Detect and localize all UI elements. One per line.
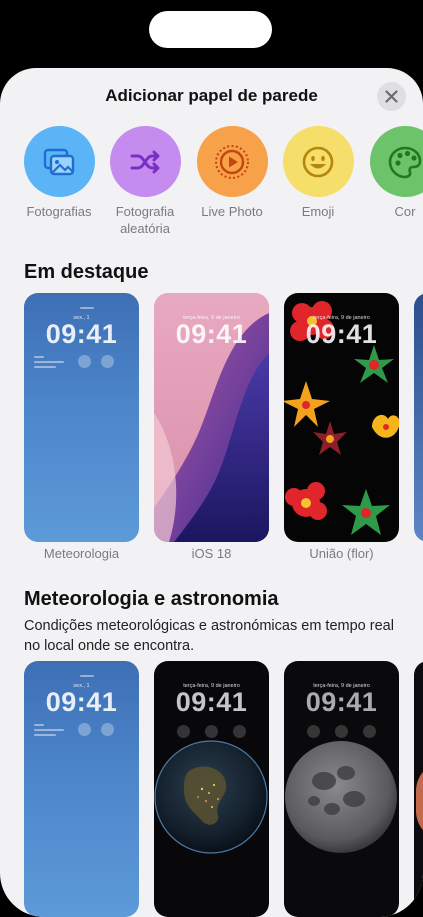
planet-edge	[416, 761, 423, 841]
widget-dot	[205, 725, 218, 738]
xmark-icon	[385, 90, 398, 103]
wallpaper-card-label: Meteorologia	[43, 546, 120, 561]
wallpaper-card-moon[interactable]: terça-feira, 9 de janeiro 09:41	[284, 661, 399, 917]
weather-widget-dot	[78, 723, 91, 736]
wallpaper-card-weather[interactable]: sex., 1 09:41	[24, 293, 139, 542]
lock-time: 09:41	[305, 319, 378, 349]
category-shuffle[interactable]: Fotografia aleatória	[102, 126, 188, 237]
category-label: Fotografia aleatória	[115, 204, 175, 236]
weather-widget-line	[34, 734, 56, 736]
wallpaper-card-earth[interactable]: terça-feira, 9 de janeiro 09:41	[154, 661, 269, 917]
weather-widget-line	[34, 724, 44, 726]
category-circle	[196, 126, 268, 197]
category-label: Cor	[394, 204, 416, 219]
widget-dot	[177, 725, 190, 738]
photos-icon	[43, 148, 75, 175]
lock-time: 09:41	[175, 319, 248, 349]
sheet-title: Adicionar papel de parede	[105, 86, 318, 105]
live-photo-icon	[215, 144, 249, 179]
weather-widget-dot	[78, 355, 91, 368]
wallpaper-card-weather[interactable]: sex., 1 09:41	[24, 661, 139, 917]
weather-widget-dot	[101, 355, 114, 368]
category-color[interactable]: Cor	[362, 126, 423, 220]
wallpaper-card-label: União (flor)	[309, 546, 374, 561]
category-live-photo[interactable]: Live Photo	[189, 126, 275, 220]
wallpaper-card-partial[interactable]	[414, 293, 423, 542]
weather-widget-line	[34, 729, 64, 731]
category-label: Live Photo	[201, 204, 263, 219]
phone-frame: Adicionar papel de parede Fotografias Fo…	[0, 0, 423, 917]
category-label: Fotografias	[26, 204, 92, 219]
wallpaper-card-flowers[interactable]: terça-feira, 9 de janeiro 09:41	[284, 293, 399, 542]
close-button[interactable]	[377, 82, 406, 111]
category-photos[interactable]: Fotografias	[16, 126, 102, 220]
weather-widget-line	[34, 366, 56, 368]
wallpaper-card-partial[interactable]	[414, 661, 423, 917]
weather-widget-line	[80, 675, 94, 677]
widget-dot	[307, 725, 320, 738]
category-circle	[369, 126, 423, 197]
shuffle-icon	[130, 150, 160, 173]
wallpaper-card-ios18[interactable]: terça-feira, 9 de janeiro 09:41	[154, 293, 269, 542]
section-title-weather-astronomy: Meteorologia e astronomia	[24, 588, 279, 610]
lock-time: 09:41	[45, 687, 118, 717]
category-circle	[109, 126, 181, 197]
emoji-icon	[302, 146, 334, 177]
lock-time: 09:41	[175, 687, 248, 717]
widget-dot	[335, 725, 348, 738]
section-description: Condições meteorológicas e astronómicas …	[24, 618, 394, 654]
widget-dot	[363, 725, 376, 738]
weather-widget-dot	[101, 723, 114, 736]
dynamic-island	[149, 11, 272, 48]
lock-time: 09:41	[305, 687, 378, 717]
category-circle	[282, 126, 354, 197]
weather-widget-line	[80, 307, 94, 309]
weather-widget-line	[34, 361, 64, 363]
weather-widget-line	[34, 356, 44, 358]
add-wallpaper-sheet: Adicionar papel de parede Fotografias Fo…	[0, 68, 423, 917]
category-label: Emoji	[301, 204, 335, 219]
section-title-featured: Em destaque	[24, 261, 149, 283]
lock-time: 09:41	[45, 319, 118, 349]
palette-icon	[388, 146, 422, 178]
category-emoji[interactable]: Emoji	[275, 126, 361, 220]
wallpaper-card-label: iOS 18	[191, 546, 232, 561]
widget-dot	[233, 725, 246, 738]
category-row: Fotografias Fotografia aleatória Live Ph…	[0, 126, 423, 246]
category-circle	[23, 126, 95, 197]
